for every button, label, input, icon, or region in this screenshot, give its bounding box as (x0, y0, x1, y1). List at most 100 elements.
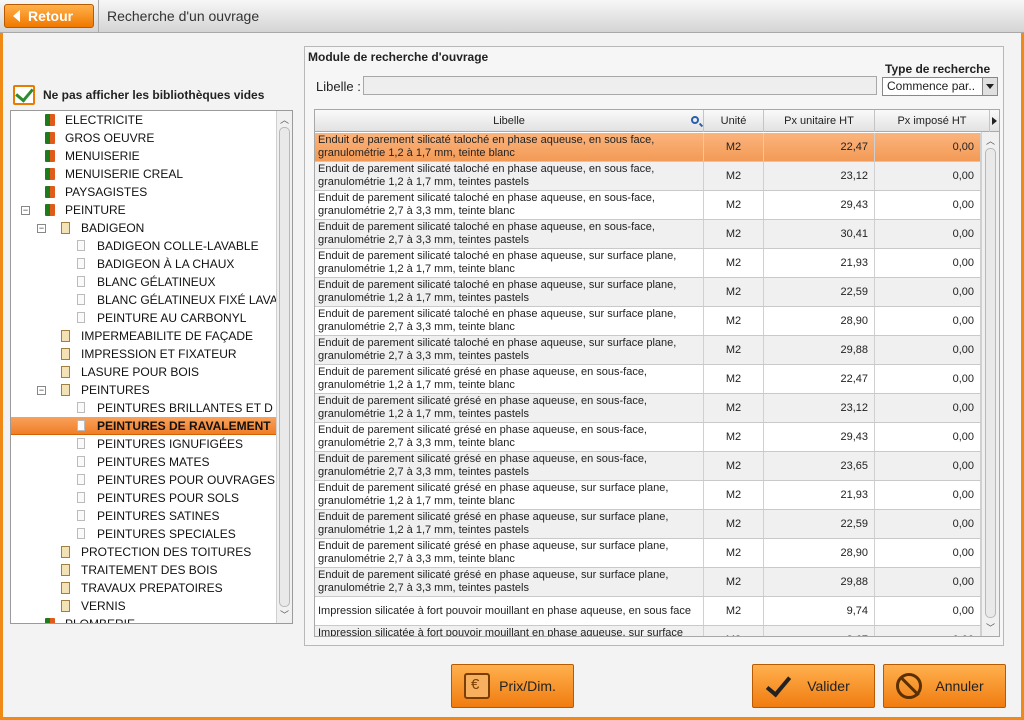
tree-item[interactable]: − BADIGEON (11, 219, 277, 237)
tree-item[interactable]: ELECTRICITE (11, 111, 277, 129)
table-row[interactable]: Enduit de parement silicaté taloché en p… (315, 278, 981, 307)
tree-item[interactable]: IMPERMEABILITE DE FAÇADE (11, 327, 277, 345)
tree-item-label: BADIGEON (81, 221, 145, 235)
book-icon (45, 168, 55, 180)
search-icon[interactable] (691, 116, 699, 124)
leaf-icon (77, 240, 85, 251)
table-row[interactable]: Enduit de parement silicaté grésé en pha… (315, 510, 981, 539)
column-header-prix-unitaire[interactable]: Px unitaire HT (764, 110, 875, 132)
collapse-icon[interactable]: − (37, 386, 46, 395)
table-row[interactable]: Enduit de parement silicaté taloché en p… (315, 307, 981, 336)
tree-item[interactable]: − PEINTURE (11, 201, 277, 219)
tree-item[interactable]: BADIGEON À LA CHAUX (11, 255, 277, 273)
tree-item[interactable]: VERNIS (11, 597, 277, 615)
collapse-icon[interactable]: − (37, 224, 46, 233)
tree-item[interactable]: IMPRESSION ET FIXATEUR (11, 345, 277, 363)
scroll-down-icon[interactable]: ﹀ (279, 608, 290, 620)
tree-item[interactable]: PEINTURE AU CARBONYL (11, 309, 277, 327)
tree-item[interactable]: PEINTURES POUR SOLS (11, 489, 277, 507)
table-row[interactable]: Impression silicatée à fort pouvoir moui… (315, 597, 981, 626)
tree-item[interactable]: BLANC GÉLATINEUX (11, 273, 277, 291)
cell-prix-unitaire: 22,47 (764, 365, 875, 393)
cell-libelle-line2: granulométrie 2,7 à 3,3 mm, teinte blanc (318, 321, 515, 333)
cell-libelle-line1: Impression silicatée à fort pouvoir moui… (318, 605, 691, 617)
grid-scroll-thumb[interactable] (985, 148, 996, 618)
top-separator (98, 0, 99, 33)
table-row[interactable]: Enduit de parement silicaté grésé en pha… (315, 394, 981, 423)
prix-dim-button[interactable]: Prix/Dim. (451, 664, 574, 708)
cell-prix-impose: 0,00 (875, 191, 981, 219)
cell-prix-impose: 0,00 (875, 481, 981, 509)
table-row[interactable]: Enduit de parement silicaté grésé en pha… (315, 539, 981, 568)
tree-item[interactable]: BADIGEON COLLE-LAVABLE (11, 237, 277, 255)
table-row[interactable]: Enduit de parement silicaté taloché en p… (315, 220, 981, 249)
module-title: Module de recherche d'ouvrage (308, 50, 489, 64)
table-row[interactable]: Impression silicatée à fort pouvoir moui… (315, 626, 981, 636)
back-arrow-icon (13, 10, 20, 22)
cell-unite: M2 (704, 220, 764, 248)
dropdown-arrow-icon[interactable] (982, 78, 997, 95)
tree-item[interactable]: LASURE POUR BOIS (11, 363, 277, 381)
tree-item[interactable]: GROS OEUVRE (11, 129, 277, 147)
cell-libelle: Enduit de parement silicaté taloché en p… (315, 336, 704, 364)
column-header-libelle[interactable]: Libelle (315, 110, 704, 132)
cell-libelle: Enduit de parement silicaté taloché en p… (315, 133, 704, 161)
tree-item[interactable]: PEINTURES DE RAVALEMENT (11, 417, 277, 435)
table-row[interactable]: Enduit de parement silicaté taloché en p… (315, 162, 981, 191)
cell-prix-unitaire: 29,43 (764, 191, 875, 219)
tree-scrollbar[interactable]: ︿ ﹀ (276, 111, 292, 623)
tree-item[interactable]: PLOMBERIE (11, 615, 277, 623)
checkbox-checked-icon[interactable] (13, 85, 35, 105)
table-row[interactable]: Enduit de parement silicaté taloché en p… (315, 336, 981, 365)
scroll-down-icon[interactable]: ﹀ (985, 621, 996, 633)
tree-item[interactable]: PEINTURES IGNUFIGÉES (11, 435, 277, 453)
cell-unite: M2 (704, 307, 764, 335)
table-row[interactable]: Enduit de parement silicaté grésé en pha… (315, 481, 981, 510)
back-button[interactable]: Retour (4, 4, 94, 28)
tree-item[interactable]: PROTECTION DES TOITURES (11, 543, 277, 561)
cell-unite: M2 (704, 597, 764, 625)
table-row[interactable]: Enduit de parement silicaté taloché en p… (315, 249, 981, 278)
table-row[interactable]: Enduit de parement silicaté grésé en pha… (315, 568, 981, 597)
table-row[interactable]: Enduit de parement silicaté taloché en p… (315, 133, 981, 162)
column-header-prix-impose[interactable]: Px imposé HT (875, 110, 990, 132)
folder-icon (61, 384, 70, 396)
cell-libelle-line2: granulométrie 2,7 à 3,3 mm, teintes past… (318, 582, 529, 594)
column-scroll-right-icon[interactable] (990, 110, 999, 132)
libelle-search-input[interactable] (363, 76, 877, 95)
collapse-icon[interactable]: − (21, 206, 30, 215)
tree-item[interactable]: TRAITEMENT DES BOIS (11, 561, 277, 579)
table-row[interactable]: Enduit de parement silicaté taloché en p… (315, 191, 981, 220)
tree-item[interactable]: MENUISERIE CREAL (11, 165, 277, 183)
tree-item[interactable]: PEINTURES SPECIALES (11, 525, 277, 543)
tree-item[interactable]: TRAVAUX PREPATOIRES (11, 579, 277, 597)
cell-unite: M2 (704, 394, 764, 422)
tree-scroll-thumb[interactable] (279, 127, 290, 607)
table-row[interactable]: Enduit de parement silicaté grésé en pha… (315, 452, 981, 481)
table-row[interactable]: Enduit de parement silicaté grésé en pha… (315, 365, 981, 394)
table-row[interactable]: Enduit de parement silicaté grésé en pha… (315, 423, 981, 452)
tree-item[interactable]: MENUISERIE (11, 147, 277, 165)
cell-libelle-line1: Enduit de parement silicaté taloché en p… (318, 279, 677, 291)
hide-empty-libraries-toggle[interactable]: Ne pas afficher les bibliothèques vides (13, 85, 264, 105)
book-icon (45, 150, 55, 162)
cell-prix-unitaire: 29,43 (764, 423, 875, 451)
tree-item[interactable]: PEINTURES POUR OUVRAGES (11, 471, 277, 489)
grid-scrollbar[interactable]: ︿ ﹀ (981, 132, 999, 636)
tree-item[interactable]: PEINTURES MATES (11, 453, 277, 471)
valider-button[interactable]: Valider (752, 664, 875, 708)
annuler-button[interactable]: Annuler (883, 664, 1006, 708)
column-header-unite[interactable]: Unité (704, 110, 764, 132)
tree-item[interactable]: PEINTURES BRILLANTES ET D (11, 399, 277, 417)
cell-prix-unitaire: 28,90 (764, 539, 875, 567)
scroll-up-icon[interactable]: ︿ (279, 113, 290, 125)
search-type-select[interactable]: Commence par.. (882, 77, 998, 96)
tree-item[interactable]: PAYSAGISTES (11, 183, 277, 201)
cell-libelle-line2: granulométrie 2,7 à 3,3 mm, teinte blanc (318, 437, 515, 449)
tree-item-label: MENUISERIE (65, 149, 140, 163)
tree-item[interactable]: − PEINTURES (11, 381, 277, 399)
cell-libelle: Enduit de parement silicaté taloché en p… (315, 249, 704, 277)
tree-item[interactable]: PEINTURES SATINES (11, 507, 277, 525)
tree-item[interactable]: BLANC GÉLATINEUX FIXÉ LAVAI (11, 291, 277, 309)
scroll-up-icon[interactable]: ︿ (985, 134, 996, 146)
